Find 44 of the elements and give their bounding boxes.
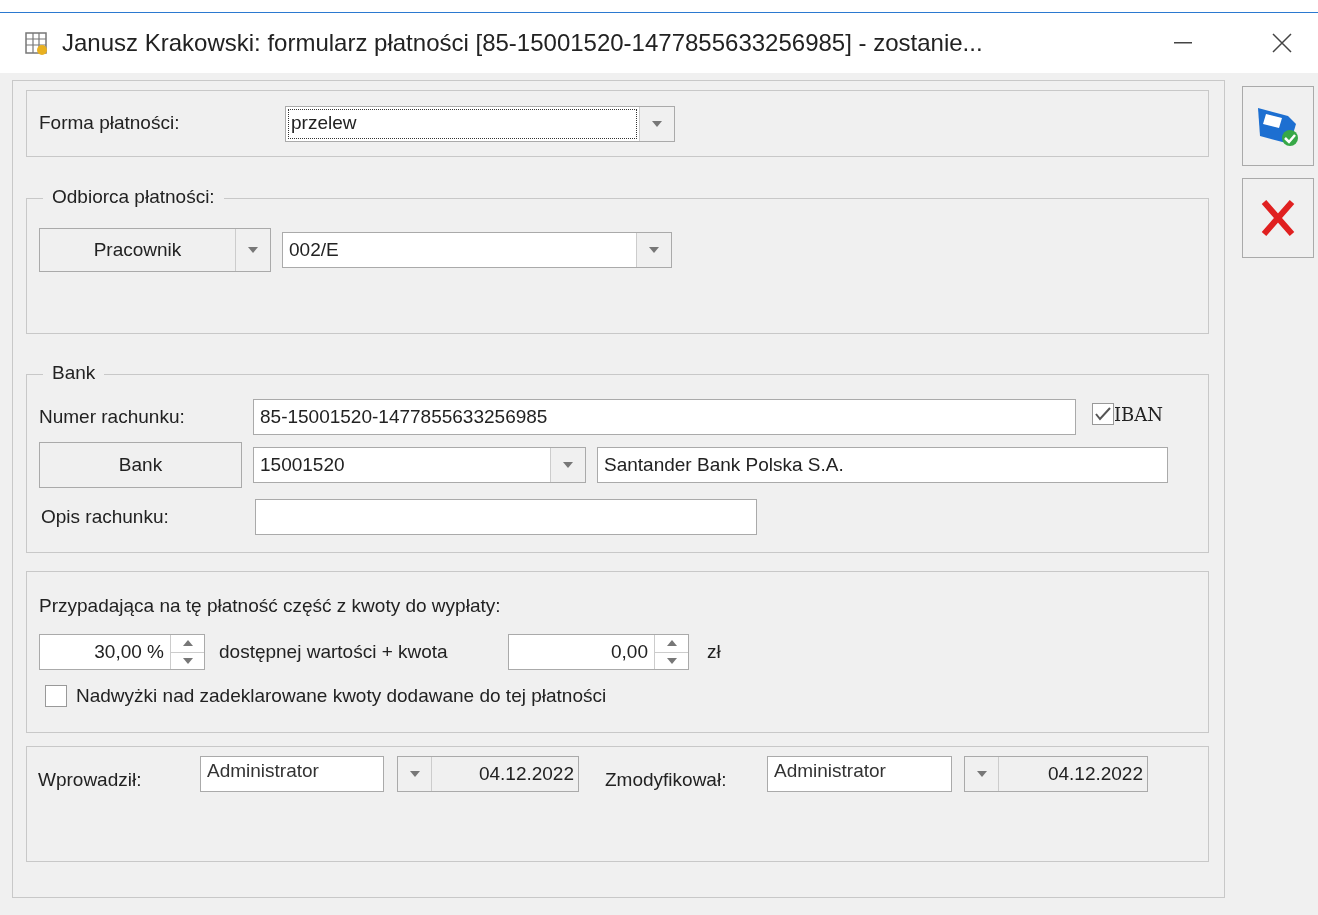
window-title: Janusz Krakowski: formularz płatności [85-15001520-1477855633256985] - zostanie... [62, 28, 983, 58]
bank-code-dropdown[interactable]: 15001520 [253, 447, 586, 483]
bank-name-field[interactable]: Santander Bank Polska S.A. [597, 447, 1168, 483]
percent-spinner[interactable]: 30,00 % [39, 634, 205, 670]
amount-spinner[interactable]: 0,00 [508, 634, 689, 670]
bank-button[interactable]: Bank [39, 442, 242, 488]
caret-icon [649, 247, 659, 253]
entered-date-field[interactable]: 04.12.2022 [397, 756, 579, 792]
caret-icon [976, 771, 987, 777]
checkbox-label: Nadwyżki nad zadeklarowane kwoty dodawane do tej płatności [76, 684, 607, 708]
modified-date-field[interactable]: 04.12.2022 [964, 756, 1148, 792]
recipient-type-button[interactable]: Pracownik [39, 228, 271, 272]
up-arrow-icon [666, 640, 677, 647]
app-icon [24, 30, 50, 56]
caret-icon [409, 771, 420, 777]
recipient-dropdown[interactable]: 002/E [282, 232, 672, 268]
caret-icon [563, 462, 573, 468]
caret-icon [248, 247, 258, 253]
checkbox[interactable] [1092, 403, 1114, 425]
cancel-button[interactable] [1242, 178, 1314, 258]
field-label: Numer rachunku: [39, 404, 186, 429]
minimize-icon[interactable] [1174, 42, 1192, 44]
currency-label: zł [707, 639, 721, 664]
field-label: Zmodyfikował: [605, 768, 728, 792]
field-label: Wprowadził: [38, 768, 143, 792]
field-label: Forma płatności: [39, 111, 181, 136]
field-label: Opis rachunku: [40, 504, 170, 529]
checkbox[interactable] [45, 685, 67, 708]
account-number-field[interactable]: 85-15001520-1477855633256985 [253, 399, 1076, 435]
checkbox-label: IBAN [1114, 402, 1164, 427]
up-arrow-icon [182, 640, 193, 647]
down-arrow-icon [666, 657, 677, 664]
save-button[interactable] [1242, 86, 1314, 166]
close-icon[interactable] [1272, 33, 1292, 53]
modified-by-field[interactable]: Administrator [767, 756, 952, 792]
caret-icon [652, 120, 662, 127]
checkmark-icon [1095, 407, 1111, 421]
field-label: dostępnej wartości + kwota [219, 639, 449, 664]
account-description-field[interactable] [255, 499, 757, 535]
close-icon [1260, 198, 1296, 238]
entered-by-field[interactable]: Administrator [200, 756, 384, 792]
share-heading: Przypadająca na tę płatność część z kwoty do wypłaty: [39, 594, 502, 618]
payment-form-dropdown[interactable]: przelew [285, 105, 675, 142]
down-arrow-icon [182, 657, 193, 664]
